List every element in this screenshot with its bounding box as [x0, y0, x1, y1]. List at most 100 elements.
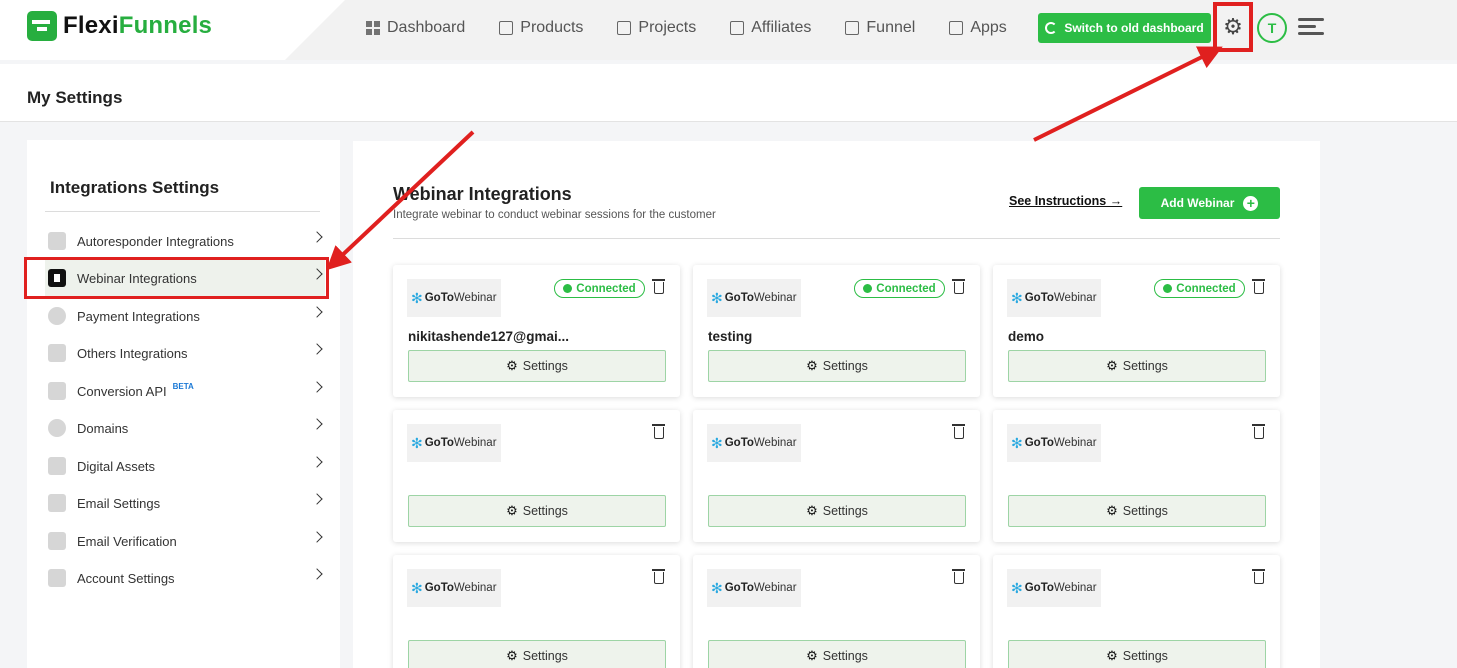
gotowebinar-star-icon: ✻	[1011, 434, 1023, 451]
brand-name: FlexiFunnels	[63, 12, 213, 39]
logo-text-rest: Webinar	[753, 582, 797, 594]
settings-label: Settings	[522, 359, 568, 373]
trash-icon[interactable]	[652, 424, 665, 439]
trash-icon[interactable]	[652, 569, 665, 584]
handshake-icon	[730, 21, 745, 35]
card-settings-button[interactable]: ⚙ Settings	[1008, 350, 1266, 382]
nav-dashboard[interactable]: Dashboard	[366, 16, 465, 40]
sidebar-item-others[interactable]: Others Integrations	[45, 335, 325, 371]
nav-funnel[interactable]: Funnel	[845, 16, 915, 40]
check-circle-icon	[863, 284, 873, 293]
sidebar-item-payment[interactable]: Payment Integrations	[45, 298, 325, 334]
nav-apps[interactable]: Apps	[949, 16, 1007, 40]
gotowebinar-logo: ✻ GoTo Webinar	[407, 424, 501, 462]
webinar-card: ✻ GoTo Webinar ⚙ Settings	[693, 410, 980, 542]
add-webinar-button[interactable]: Add Webinar +	[1139, 187, 1280, 219]
card-settings-button[interactable]: ⚙ Settings	[408, 350, 666, 382]
logo-text-bold: GoTo	[724, 437, 754, 449]
switch-old-dashboard-button[interactable]: Switch to old dashboard	[1038, 13, 1211, 43]
card-settings-button[interactable]: ⚙ Settings	[408, 640, 666, 668]
sidebar-item-label: Email Settings	[77, 495, 161, 511]
check-circle-icon	[1163, 284, 1173, 293]
gift-icon	[48, 457, 66, 475]
nav-label: Projects	[638, 19, 697, 36]
card-settings-button[interactable]: ⚙ Settings	[708, 495, 966, 527]
gear-icon: ⚙	[1223, 14, 1243, 39]
card-settings-button[interactable]: ⚙ Settings	[1008, 495, 1266, 527]
webinar-card: ✻ GoTo Webinar ⚙ Settings	[393, 410, 680, 542]
funnel-icon	[845, 21, 860, 35]
nav-projects[interactable]: Projects	[617, 16, 696, 40]
top-bar: FlexiFunnels Dashboard Products Projects…	[0, 0, 1457, 60]
nav-products[interactable]: Products	[499, 16, 583, 40]
gotowebinar-star-icon: ✻	[711, 434, 723, 451]
see-instructions-link[interactable]: See Instructions →	[1009, 194, 1122, 208]
main-nav: Dashboard Products Projects Affiliates F…	[366, 16, 1041, 40]
sidebar-item-domains[interactable]: Domains	[45, 410, 325, 446]
gear-icon: ⚙	[1106, 503, 1118, 518]
avatar[interactable]: T	[1257, 13, 1287, 43]
verify-icon	[48, 532, 66, 550]
store-icon	[499, 21, 514, 35]
trash-icon[interactable]	[652, 279, 665, 294]
sidebar-item-account-settings[interactable]: Account Settings	[45, 560, 325, 596]
file-icon	[48, 344, 66, 362]
logo-text-rest: Webinar	[1053, 292, 1097, 304]
sidebar-item-email-verification[interactable]: Email Verification	[45, 523, 325, 559]
refresh-icon	[1045, 22, 1058, 34]
annotation-highlight-box	[24, 257, 329, 299]
webinar-account-name: testing	[708, 329, 753, 344]
divider	[393, 238, 1280, 239]
card-settings-button[interactable]: ⚙ Settings	[408, 495, 666, 527]
plus-circle-icon: +	[1243, 195, 1259, 211]
card-settings-button[interactable]: ⚙ Settings	[708, 640, 966, 668]
gotowebinar-logo: ✻ GoTo Webinar	[707, 279, 801, 317]
webinar-card: ✻ GoTo Webinar ⚙ Settings	[993, 410, 1280, 542]
logo-text-rest: Webinar	[753, 292, 797, 304]
chevron-right-icon	[311, 231, 323, 243]
divider	[45, 211, 320, 212]
logo-text-bold: GoTo	[424, 292, 454, 304]
trash-icon[interactable]	[952, 424, 965, 439]
webinar-integrations-panel: Webinar Integrations Integrate webinar t…	[353, 141, 1320, 668]
trash-icon[interactable]	[1252, 279, 1265, 294]
nav-label: Funnel	[866, 19, 916, 36]
settings-gear-button[interactable]: ⚙	[1213, 2, 1253, 52]
card-settings-button[interactable]: ⚙ Settings	[708, 350, 966, 382]
gotowebinar-logo: ✻ GoTo Webinar	[707, 569, 801, 607]
connected-label: Connected	[576, 282, 636, 295]
trash-icon[interactable]	[952, 569, 965, 584]
logo-text-rest: Webinar	[1053, 582, 1097, 594]
nav-label: Affiliates	[751, 19, 812, 36]
code-icon	[48, 382, 66, 400]
sidebar-title: Integrations Settings	[50, 178, 220, 197]
gear-icon: ⚙	[506, 503, 518, 518]
trash-icon[interactable]	[1252, 569, 1265, 584]
connected-badge: Connected	[554, 279, 645, 298]
gotowebinar-star-icon: ✻	[411, 579, 423, 596]
sidebar-item-label: Account Settings	[77, 570, 175, 586]
mail-icon	[48, 494, 66, 512]
check-circle-icon	[563, 284, 573, 293]
gotowebinar-logo: ✻ GoTo Webinar	[1007, 569, 1101, 607]
nav-affiliates[interactable]: Affiliates	[730, 16, 811, 40]
add-webinar-label: Add Webinar	[1160, 196, 1235, 210]
gear-icon: ⚙	[506, 648, 518, 663]
webinar-card: ✻ GoTo Webinar Connected demo ⚙ Settings	[993, 265, 1280, 397]
sidebar-item-autoresponder[interactable]: Autoresponder Integrations	[45, 223, 325, 259]
connected-label: Connected	[1176, 282, 1236, 295]
trash-icon[interactable]	[952, 279, 965, 294]
sidebar-item-conversion-api[interactable]: Conversion API BETA	[45, 373, 325, 409]
logo-text-bold: GoTo	[1024, 582, 1054, 594]
hamburger-menu-icon[interactable]	[1298, 18, 1324, 36]
brand-logo[interactable]: FlexiFunnels	[27, 10, 212, 42]
chevron-right-icon	[311, 493, 323, 505]
card-settings-button[interactable]: ⚙ Settings	[1008, 640, 1266, 668]
settings-sidebar: Integrations Settings Autoresponder Inte…	[27, 140, 340, 668]
sidebar-item-digital-assets[interactable]: Digital Assets	[45, 448, 325, 484]
connected-badge: Connected	[1154, 279, 1245, 298]
sidebar-item-label: Autoresponder Integrations	[77, 233, 234, 249]
sidebar-item-email-settings[interactable]: Email Settings	[45, 485, 325, 521]
trash-icon[interactable]	[1252, 424, 1265, 439]
gotowebinar-logo: ✻ GoTo Webinar	[707, 424, 801, 462]
